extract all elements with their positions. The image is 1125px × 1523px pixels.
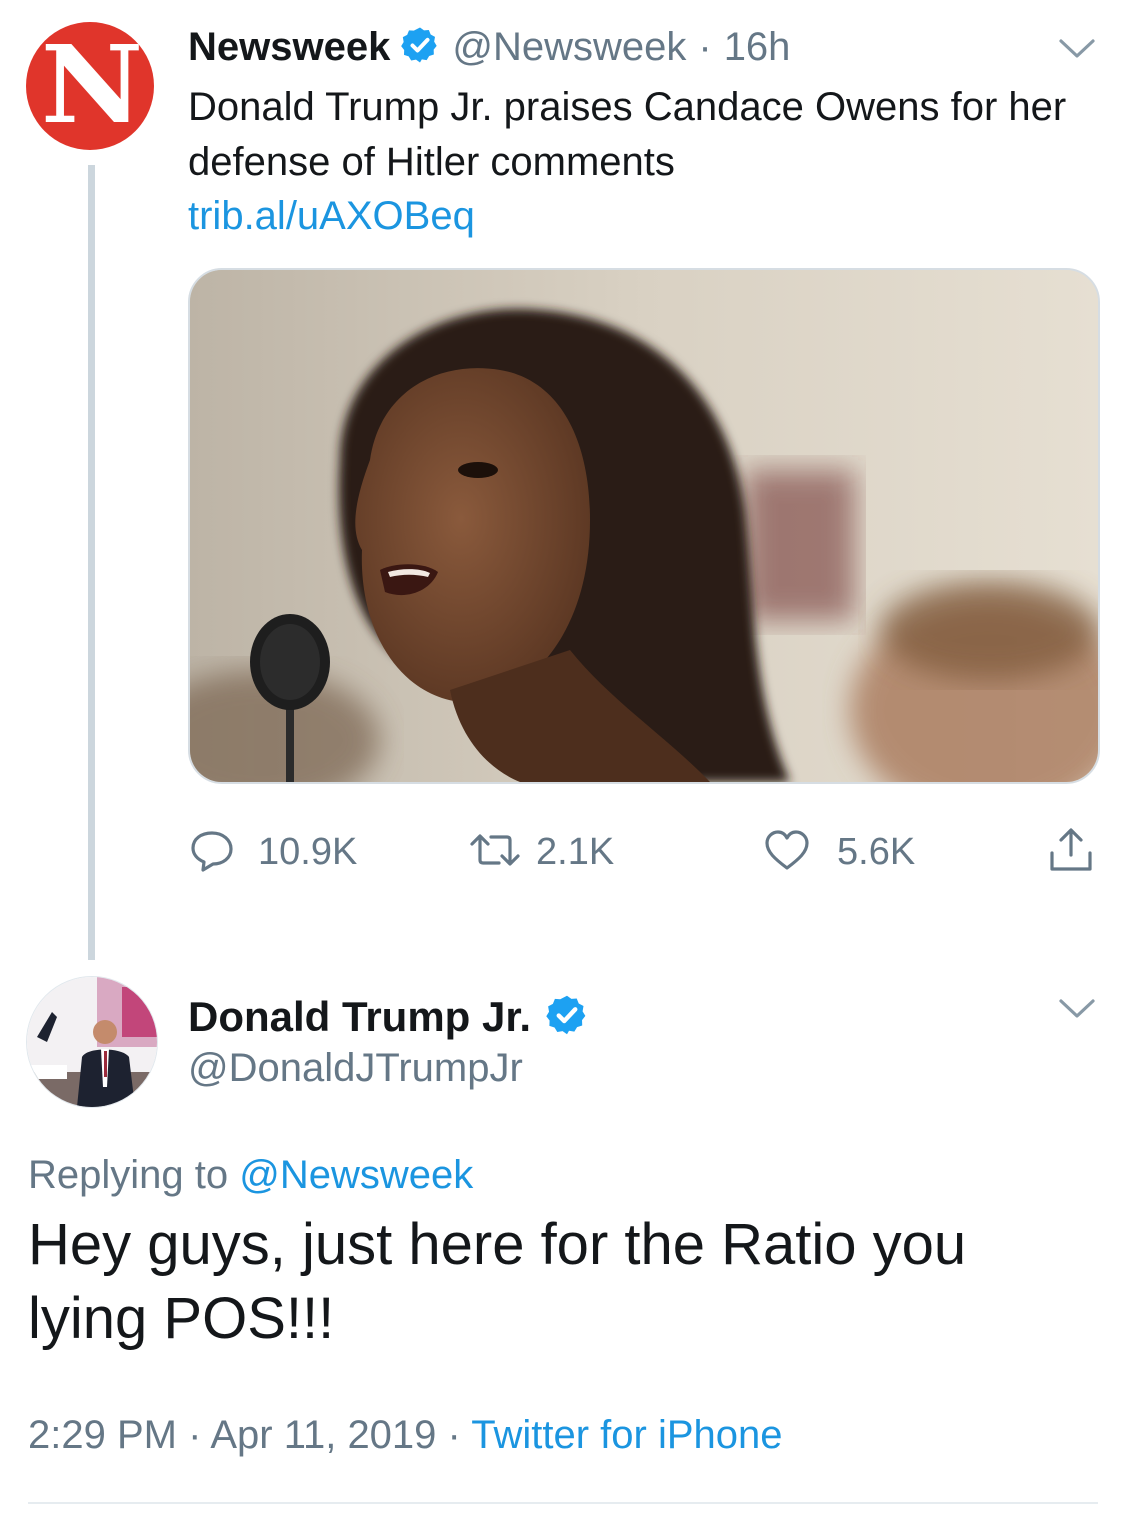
tweet2-header: Donald Trump Jr. (188, 992, 601, 1042)
verified-badge-icon (400, 25, 440, 70)
tweet1-action-bar: 10.9K 2.1K 5.6K (188, 822, 1098, 882)
newsweek-logo-icon: N (40, 23, 143, 148)
tweet2-time: 2:29 PM (28, 1413, 177, 1457)
retweet-icon (468, 826, 522, 879)
reply-icon (188, 826, 236, 879)
avatar-photo (27, 977, 157, 1107)
replying-to-mention[interactable]: @Newsweek (239, 1153, 473, 1197)
meta-separator: · (698, 24, 712, 69)
divider (28, 1502, 1098, 1504)
like-count: 5.6K (837, 830, 916, 873)
tweet1-photo[interactable] (188, 268, 1100, 784)
tweet1-author-name[interactable]: Newsweek (188, 25, 390, 70)
tweet2-author-name[interactable]: Donald Trump Jr. (188, 993, 531, 1041)
meta-separator: · (447, 1413, 461, 1457)
donaldjtrumpjr-avatar[interactable] (26, 976, 158, 1108)
tweet2-metadata: 2:29 PM · Apr 11, 2019 · Twitter for iPh… (28, 1408, 783, 1463)
like-button[interactable]: 5.6K (763, 822, 915, 882)
thread-connector-line (88, 165, 95, 960)
tweet2-text: Hey guys, just here for the Ratio you ly… (28, 1212, 967, 1351)
retweet-count: 2.1K (536, 830, 615, 873)
reply-count: 10.9K (258, 830, 358, 873)
share-button[interactable] (1046, 822, 1096, 882)
newsweek-avatar[interactable]: N (26, 22, 154, 150)
tweet1-more-chevron-down-icon[interactable] (1057, 36, 1097, 62)
replying-to-line: Replying to @Newsweek (28, 1148, 473, 1203)
reply-button[interactable]: 10.9K (188, 822, 357, 882)
tweet2-date: Apr 11, 2019 (210, 1413, 437, 1457)
heart-icon (763, 826, 811, 879)
tweet2-source-link[interactable]: Twitter for iPhone (471, 1413, 782, 1457)
photo-woman-speaking-at-microphone (190, 270, 1098, 782)
meta-separator: · (188, 1413, 202, 1457)
tweet1-header: Newsweek @Newsweek · 16h (188, 22, 790, 72)
replying-to-label: Replying to (28, 1153, 229, 1197)
tweet1-handle[interactable]: @Newsweek (452, 25, 686, 70)
retweet-button[interactable]: 2.1K (468, 822, 614, 882)
tweet2-more-chevron-down-icon[interactable] (1057, 996, 1097, 1022)
share-icon (1046, 825, 1096, 880)
verified-badge-icon (545, 993, 589, 1042)
tweet1-timestamp[interactable]: 16h (724, 25, 791, 70)
tweet1-link[interactable]: trib.al/uAXOBeq (188, 189, 475, 244)
tweet1-text: Donald Trump Jr. praises Candace Owens f… (188, 85, 1067, 184)
tweet2-handle[interactable]: @DonaldJTrumpJr (188, 1043, 523, 1093)
